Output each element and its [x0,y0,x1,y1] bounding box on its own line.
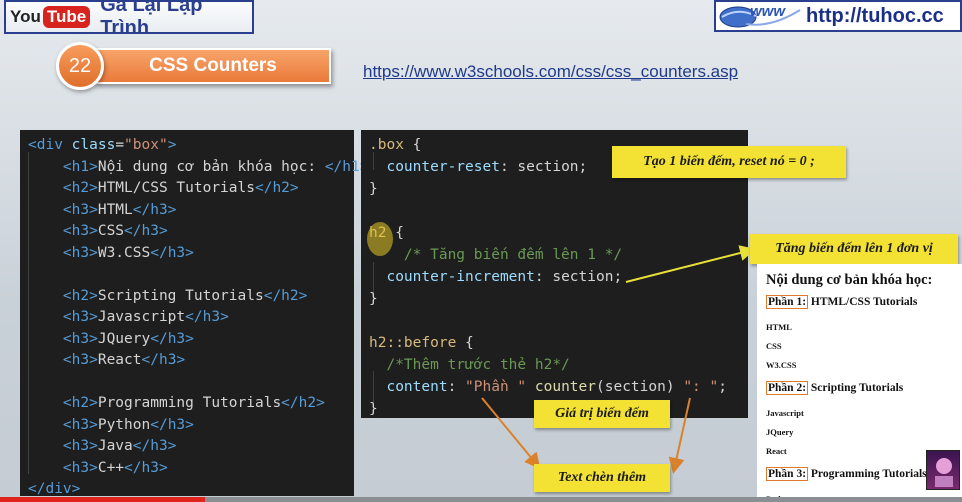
preview-text: Programming Tutorials [808,468,927,480]
value-arrow [481,397,541,470]
note-counter-increment: Tăng biến đếm lên 1 đơn vị [750,234,958,264]
preview-h3: React [766,446,787,456]
preview-counter-prefix: Phần 2: [766,381,809,395]
preview-h3: HTML [766,322,792,332]
preview-h3: CSS [766,341,782,351]
preview-text: HTML [766,322,792,332]
preview-h2: Phần 1: HTML/CSS Tutorials [766,295,918,309]
preview-h1: Nội dung cơ bản khóa học: [766,272,933,288]
preview-text: Javascript [766,408,804,418]
preview-counter-prefix: Phần 1: [766,295,809,309]
preview-text: CSS [766,341,782,351]
preview-h2: Phần 3: Programming Tutorials [766,467,927,481]
text-arrow [668,397,691,474]
preview-text: React [766,446,787,456]
note-counter-value: Giá trị biến đếm [534,400,670,428]
note-counter-reset: Tạo 1 biến đếm, reset nó = 0 ; [612,146,846,178]
preview-counter-prefix: Phần 3: [766,467,809,481]
preview-text: JQuery [766,427,794,437]
preview-h3: Javascript [766,408,804,418]
preview-text: Scripting Tutorials [808,382,904,394]
preview-h3: JQuery [766,427,793,437]
video-progress-fill[interactable] [0,497,205,502]
channel-avatar-icon[interactable] [926,450,960,490]
preview-h3: W3.CSS [766,360,796,370]
note-inserted-text: Text chèn thêm [534,464,670,492]
preview-text: W3.CSS [766,360,797,370]
increment-arrow [625,245,756,283]
preview-text: HTML/CSS Tutorials [808,296,918,308]
preview-h2: Phần 2: Scripting Tutorials [766,381,904,395]
